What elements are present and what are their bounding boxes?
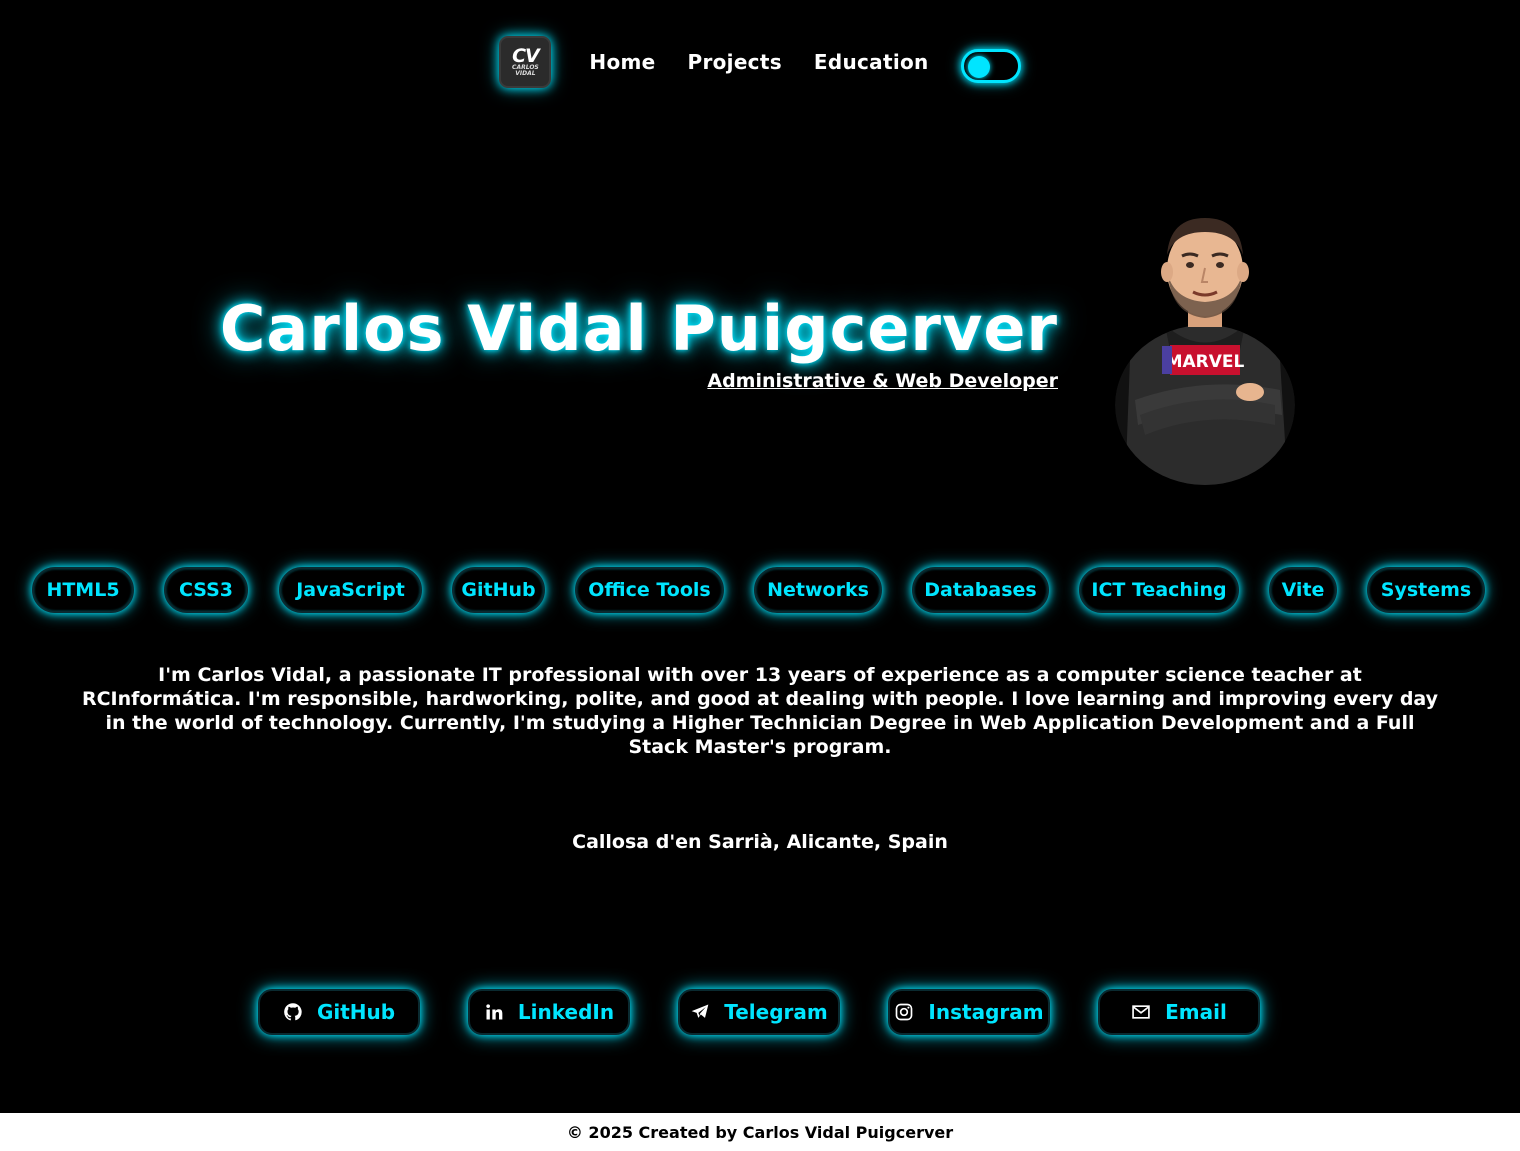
skill-chip-databases[interactable]: Databases [912,567,1049,613]
github-button[interactable]: GitHub [258,989,420,1035]
skill-chip-ict-teaching[interactable]: ICT Teaching [1079,567,1239,613]
skill-chip-networks[interactable]: Networks [754,567,882,613]
telegram-button[interactable]: Telegram [678,989,840,1035]
skill-chip-javascript[interactable]: JavaScript [279,567,422,613]
social-links: GitHub LinkedIn Telegram Instagram Email [0,989,1520,1035]
nav-link-projects[interactable]: Projects [688,50,782,74]
bio-text: I'm Carlos Vidal, a passionate IT profes… [81,664,1439,758]
svg-text:MARVEL: MARVEL [1166,352,1245,372]
telegram-icon [691,1004,709,1018]
logo-text-last: VIDAL [515,70,536,77]
logo[interactable]: CV CARLOS VIDAL [499,36,552,88]
theme-toggle[interactable] [960,49,1021,83]
skill-chip-office-tools[interactable]: Office Tools [575,567,724,613]
github-icon [284,1003,302,1021]
skill-chip-html5[interactable]: HTML5 [32,567,134,613]
email-label: Email [1165,1000,1227,1024]
toggle-knob [967,56,990,78]
instagram-icon [896,1003,913,1021]
instagram-label: Instagram [928,1000,1044,1024]
location-text: Callosa d'en Sarrià, Alicante, Spain [572,831,948,853]
avatar-icon: MARVEL [1115,218,1295,485]
linkedin-button[interactable]: LinkedIn [468,989,630,1035]
telegram-label: Telegram [724,1000,828,1024]
linkedin-icon [486,1004,503,1020]
email-button[interactable]: Email [1098,989,1260,1035]
logo-initials: CV [512,45,540,67]
github-label: GitHub [316,1000,396,1024]
skills-list: HTML5 CSS3 JavaScript GitHub Office Tool… [0,567,1520,613]
footer: © 2025 Created by Carlos Vidal Puigcerve… [0,1113,1520,1151]
hero-role: Administrative & Web Developer [707,370,1058,392]
hero-name: Carlos Vidal Puigcerver [219,292,1058,365]
email-icon [1132,1005,1150,1019]
skill-chip-vite[interactable]: Vite [1269,567,1337,613]
nav-link-education[interactable]: Education [814,50,929,74]
linkedin-label: LinkedIn [517,1000,615,1024]
main-nav: CV CARLOS VIDAL Home Projects Education [0,36,1520,88]
footer-text: © 2025 Created by Carlos Vidal Puigcerve… [566,1122,954,1142]
instagram-button[interactable]: Instagram [888,989,1050,1035]
nav-link-home[interactable]: Home [589,50,655,74]
skill-chip-css3[interactable]: CSS3 [164,567,248,613]
skill-chip-systems[interactable]: Systems [1367,567,1485,613]
skill-chip-github[interactable]: GitHub [452,567,545,613]
